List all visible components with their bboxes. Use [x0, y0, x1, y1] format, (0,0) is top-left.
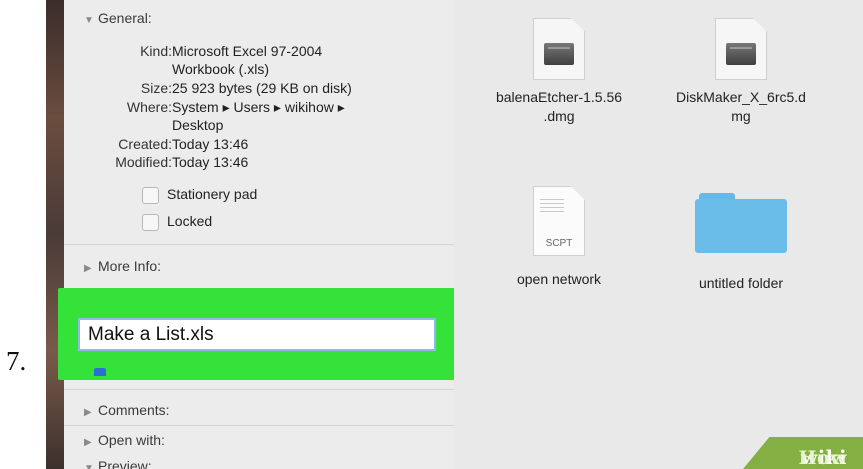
size-value: 25 923 bytes (29 KB on disk) — [172, 80, 352, 96]
locked-checkbox[interactable] — [142, 213, 159, 231]
disclosure-triangle-open-icon[interactable]: ▼ — [84, 463, 98, 469]
script-icon: SCPT — [533, 186, 585, 256]
kind-row: Kind: Microsoft Excel 97-2004 Workbook (… — [140, 42, 323, 78]
step-number: 7. — [6, 346, 27, 376]
preview-section-header[interactable]: ▼ Preview: — [84, 458, 152, 469]
disk-image-icon — [533, 18, 585, 80]
get-info-panel: ▼ General: Kind: Microsoft Excel 97-2004 … — [64, 0, 455, 469]
folder-icon — [695, 193, 787, 253]
created-value: Today 13:46 — [172, 136, 249, 152]
file-label-line1: untitled folder — [698, 275, 784, 291]
where-value-line1: System ▸ Users ▸ wikihow ▸ — [172, 99, 345, 115]
file-label-line1: balenaEtcher-1.5.56 — [495, 89, 623, 105]
size-row: Size: 25 923 bytes (29 KB on disk) — [141, 79, 352, 97]
kind-key: Kind: — [140, 43, 172, 59]
file-label-line1: open network — [516, 271, 602, 287]
stationery-pad-checkbox[interactable] — [142, 186, 159, 204]
more-info-section-header[interactable]: ▶ More Info: — [84, 258, 161, 274]
disclosure-triangle-closed-icon[interactable]: ▶ — [84, 263, 98, 274]
desktop-file-area: balenaEtcher-1.5.56 .dmg DiskMaker_X_6rc… — [454, 0, 863, 469]
locked-checkbox-row[interactable]: Locked — [142, 213, 212, 231]
comments-section-header[interactable]: ▶ Comments: — [84, 402, 170, 418]
disclosure-triangle-closed-icon[interactable]: ▶ — [84, 407, 98, 418]
script-icon-tag: SCPT — [545, 238, 573, 249]
kind-value-line1: Microsoft Excel 97-2004 — [172, 43, 323, 59]
wikihow-watermark: wiki How — [743, 437, 863, 469]
desktop-background — [46, 0, 64, 469]
file-item[interactable]: balenaEtcher-1.5.56 .dmg — [484, 18, 634, 126]
size-key: Size: — [140, 80, 172, 96]
hide-extension-checkbox[interactable] — [94, 368, 106, 376]
disclosure-triangle-closed-icon[interactable]: ▶ — [84, 437, 98, 448]
created-key: Created: — [118, 136, 172, 152]
name-extension-input[interactable]: Make a List.xls — [78, 318, 436, 351]
name-field-highlight: Make a List.xls — [58, 288, 458, 380]
open-with-section-header[interactable]: ▶ Open with: — [84, 432, 165, 448]
modified-value: Today 13:46 — [172, 154, 249, 170]
screenshot-frame: ▼ General: Kind: Microsoft Excel 97-2004 … — [46, 0, 863, 469]
divider — [64, 389, 454, 390]
file-label-line2: .dmg — [543, 108, 575, 124]
stationery-pad-checkbox-row[interactable]: Stationery pad — [142, 186, 257, 204]
file-item[interactable]: DiskMaker_X_6rc5.d mg — [666, 18, 816, 126]
modified-key: Modified: — [115, 154, 172, 170]
where-value-line2: Desktop — [172, 117, 224, 133]
created-row: Created: Today 13:46 — [118, 135, 249, 153]
divider — [64, 425, 454, 426]
file-label-line2: mg — [731, 108, 751, 124]
file-item[interactable]: SCPT open network — [484, 186, 634, 289]
divider — [64, 244, 454, 245]
file-label-line1: DiskMaker_X_6rc5.d — [676, 89, 806, 105]
kind-value-line2: Workbook (.xls) — [172, 61, 269, 77]
where-row: Where: System ▸ Users ▸ wikihow ▸ Deskto… — [127, 98, 345, 134]
file-item[interactable]: untitled folder — [666, 193, 816, 293]
disk-image-icon — [715, 18, 767, 80]
where-key: Where: — [126, 99, 172, 115]
modified-row: Modified: Today 13:46 — [115, 153, 249, 171]
disclosure-triangle-open-icon[interactable]: ▼ — [84, 15, 98, 26]
watermark-how: How — [798, 447, 847, 469]
general-section-header[interactable]: ▼ General: — [84, 10, 152, 26]
